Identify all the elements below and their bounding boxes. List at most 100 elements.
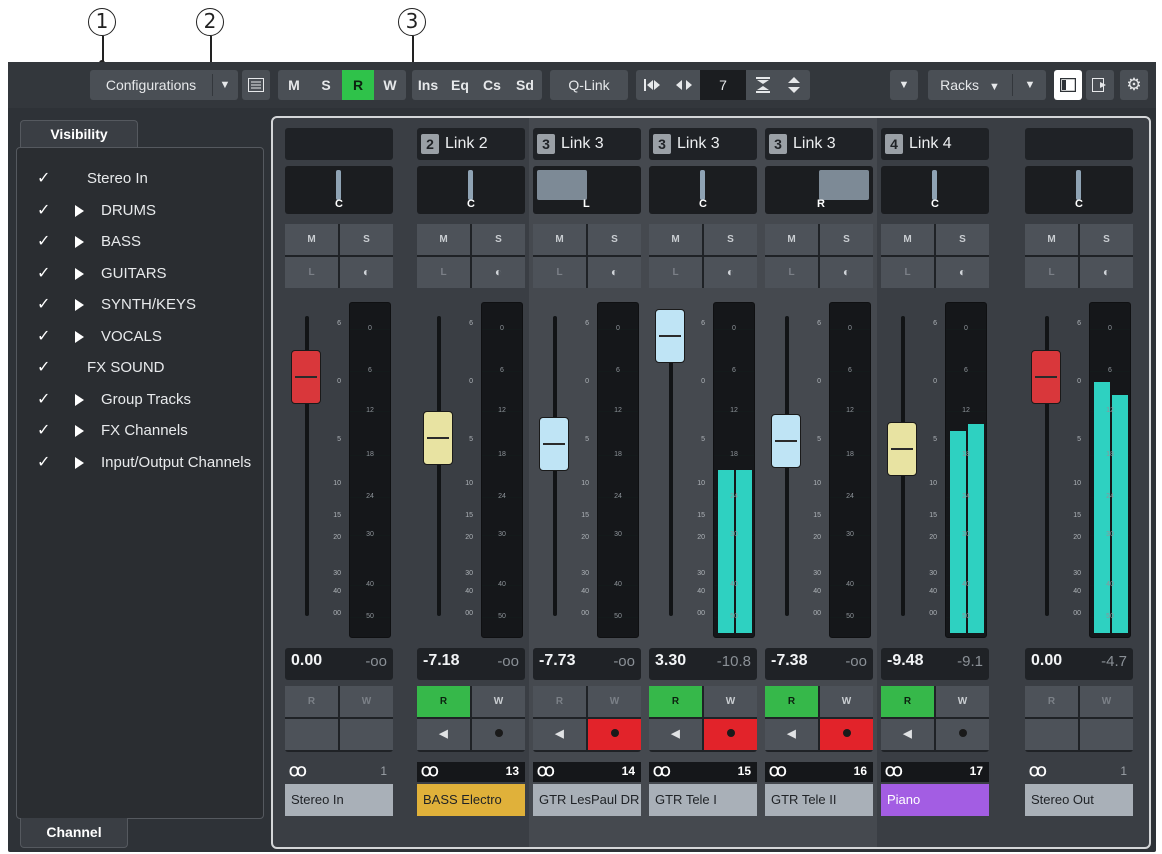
monitor-button[interactable]: ◐ [472, 257, 525, 288]
checkmark-icon[interactable]: ✓ [37, 354, 50, 382]
volume-readout[interactable]: -9.48 -9.1 [881, 648, 989, 680]
write-automation-button[interactable]: W [704, 686, 757, 717]
listen-button[interactable]: L [649, 257, 702, 288]
checkmark-icon[interactable]: ✓ [37, 165, 50, 193]
visibility-item[interactable]: ✓ SYNTH/KEYS [17, 291, 263, 319]
track-name-label[interactable]: GTR LesPaul DR [533, 784, 641, 816]
monitor-button[interactable]: ◐ [936, 257, 989, 288]
left-zone-toggle-icon[interactable] [1054, 70, 1082, 100]
mute-button[interactable]: M [285, 224, 338, 255]
read-automation-button[interactable]: R [649, 686, 702, 717]
volume-readout[interactable]: 0.00 -oo [285, 648, 393, 680]
solo-button[interactable]: S [820, 224, 873, 255]
pan-control[interactable]: C [417, 166, 525, 214]
expand-triangle-icon[interactable] [75, 456, 84, 469]
listen-button[interactable]: L [533, 257, 586, 288]
checkmark-icon[interactable]: ✓ [37, 197, 50, 225]
solo-button[interactable]: S [936, 224, 989, 255]
track-name-label[interactable]: BASS Electro [417, 784, 525, 816]
read-automation-button[interactable]: R [881, 686, 934, 717]
monitor-speaker-button[interactable]: ◀ [533, 719, 586, 750]
pan-control[interactable]: C [285, 166, 393, 214]
solo-button[interactable]: S [340, 224, 393, 255]
tab-visibility[interactable]: Visibility [20, 120, 138, 148]
checkmark-icon[interactable]: ✓ [37, 386, 50, 414]
volume-readout[interactable]: 0.00 -4.7 [1025, 648, 1133, 680]
link-group-box[interactable]: 3 Link 3 [533, 128, 641, 160]
visibility-item[interactable]: ✓ BASS [17, 228, 263, 256]
monitor-button[interactable]: ◐ [704, 257, 757, 288]
monitor-button[interactable]: ◐ [820, 257, 873, 288]
visibility-item[interactable]: ✓ Input/Output Channels [17, 449, 263, 477]
listen-button[interactable]: L [765, 257, 818, 288]
mute-all-button[interactable]: M [278, 70, 310, 100]
monitor-button[interactable]: ◐ [1080, 257, 1133, 288]
mute-button[interactable]: M [881, 224, 934, 255]
racks-button[interactable]: Racks ▼ [928, 70, 1012, 100]
monitor-speaker-button[interactable]: ◀ [417, 719, 470, 750]
record-enable-button[interactable] [472, 719, 525, 750]
read-automation-button[interactable]: R [417, 686, 470, 717]
write-automation-button[interactable]: W [588, 686, 641, 717]
options-dropdown-icon[interactable]: ▼ [890, 70, 918, 100]
monitor-speaker-button[interactable] [1025, 719, 1078, 750]
racks-dropdown-arrow-icon[interactable]: ▼ [1014, 70, 1046, 100]
up-down-icon[interactable] [778, 70, 810, 100]
volume-readout[interactable]: 3.30 -10.8 [649, 648, 757, 680]
visibility-item[interactable]: ✓ VOCALS [17, 323, 263, 351]
checkmark-icon[interactable]: ✓ [37, 417, 50, 445]
monitor-speaker-button[interactable]: ◀ [649, 719, 702, 750]
pan-control[interactable]: L [533, 166, 641, 214]
mute-button[interactable]: M [533, 224, 586, 255]
mute-button[interactable]: M [649, 224, 702, 255]
write-automation-button[interactable]: W [820, 686, 873, 717]
record-enable-button[interactable] [588, 719, 641, 750]
write-automation-button[interactable]: W [936, 686, 989, 717]
configurations-button[interactable]: Configurations [90, 70, 212, 100]
pan-control[interactable]: C [1025, 166, 1133, 214]
visibility-item[interactable]: ✓ FX SOUND [17, 354, 263, 382]
write-automation-button[interactable]: W [472, 686, 525, 717]
volume-fader-handle[interactable] [771, 413, 801, 468]
solo-button[interactable]: S [588, 224, 641, 255]
expand-triangle-icon[interactable] [75, 393, 84, 406]
track-name-label[interactable]: Stereo In [285, 784, 393, 816]
listen-button[interactable]: L [881, 257, 934, 288]
record-enable-button[interactable] [704, 719, 757, 750]
volume-fader-handle[interactable] [423, 410, 453, 465]
volume-readout[interactable]: -7.18 -oo [417, 648, 525, 680]
record-enable-button[interactable] [820, 719, 873, 750]
qlink-button[interactable]: Q-Link [550, 70, 628, 100]
visibility-item[interactable]: ✓ GUITARS [17, 260, 263, 288]
read-automation-button[interactable]: R [533, 686, 586, 717]
link-group-box[interactable]: 4 Link 4 [881, 128, 989, 160]
read-automation-button[interactable]: R [765, 686, 818, 717]
solo-button[interactable]: S [1080, 224, 1133, 255]
track-name-label[interactable]: Piano [881, 784, 989, 816]
link-group-box[interactable] [285, 128, 393, 160]
mute-button[interactable]: M [417, 224, 470, 255]
track-name-label[interactable]: GTR Tele I [649, 784, 757, 816]
listen-button[interactable]: L [285, 257, 338, 288]
mute-button[interactable]: M [1025, 224, 1078, 255]
link-group-box[interactable]: 3 Link 3 [649, 128, 757, 160]
tab-channel[interactable]: Channel [20, 818, 128, 848]
read-automation-button[interactable]: R [1025, 686, 1078, 717]
skip-left-icon[interactable] [636, 70, 668, 100]
record-enable-button[interactable] [936, 719, 989, 750]
link-group-box[interactable]: 3 Link 3 [765, 128, 873, 160]
expand-triangle-icon[interactable] [75, 204, 84, 217]
monitor-speaker-button[interactable] [285, 719, 338, 750]
listen-button[interactable]: L [417, 257, 470, 288]
channel-count-field[interactable]: 7 [700, 70, 746, 100]
visibility-item[interactable]: ✓ DRUMS [17, 197, 263, 225]
sends-button[interactable]: Sd [508, 70, 542, 100]
solo-button[interactable]: S [704, 224, 757, 255]
monitor-button[interactable]: ◐ [340, 257, 393, 288]
fader-track[interactable] [437, 316, 441, 616]
expand-triangle-icon[interactable] [75, 425, 84, 437]
eq-button[interactable]: Eq [444, 70, 476, 100]
checkmark-icon[interactable]: ✓ [37, 323, 50, 351]
write-automation-button[interactable]: W [1080, 686, 1133, 717]
record-enable-button[interactable] [340, 719, 393, 750]
